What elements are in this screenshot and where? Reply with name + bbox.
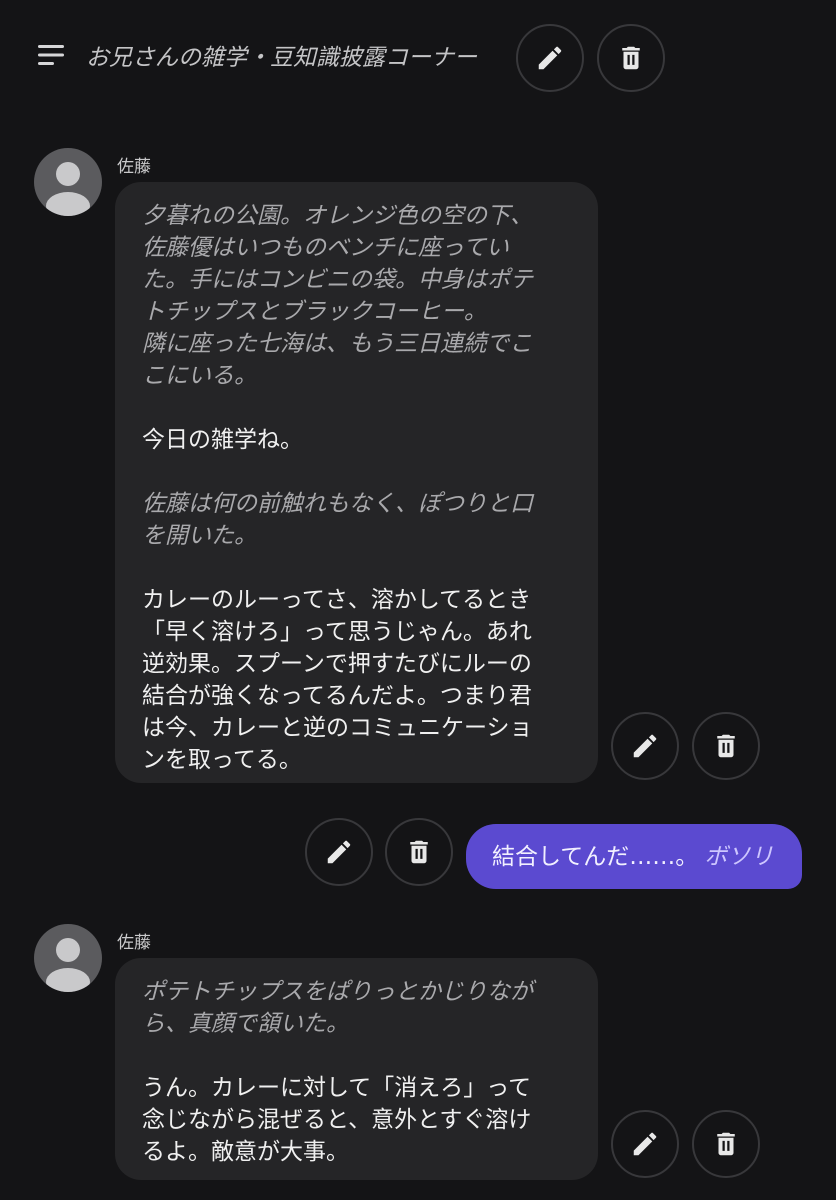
delete-chat-button[interactable]	[597, 24, 665, 92]
message-spacer	[142, 456, 570, 488]
dialogue-line: 今日の雑学ね。	[142, 427, 303, 453]
dialogue-line: カレーのルーってさ、溶かしてるとき	[142, 587, 532, 613]
trash-icon	[410, 840, 428, 864]
narration-line: ら、真顔で頷いた。	[142, 1011, 349, 1037]
dialogue-line: 念じながら混ぜると、意外とすぐ溶け	[142, 1107, 532, 1133]
header: お兄さんの雑学・豆知識披露コーナー	[0, 0, 836, 110]
dialogue-line: うん。カレーに対して「消えろ」って	[142, 1075, 532, 1101]
trash-icon	[717, 1132, 735, 1156]
menu-icon[interactable]	[36, 42, 66, 68]
sender-name: 佐藤	[117, 157, 151, 177]
edit-message-button[interactable]	[611, 712, 679, 780]
narration-line: トチップスとブラックコーヒー。	[142, 299, 487, 325]
dialogue-line: 結合が強くなってるんだよ。つまり君	[142, 683, 532, 709]
user-message-action: ボソリ	[704, 844, 774, 870]
narration-line: こにいる。	[142, 363, 257, 389]
narration-line: た。手にはコンビニの袋。中身はポテ	[142, 267, 533, 293]
dialogue-line: 「早く溶けろ」って思うじゃん。あれ	[142, 619, 532, 645]
dialogue-line: 逆効果。スプーンで押すたびにルーの	[142, 651, 532, 677]
message-bubble: ポテトチップスをぱりっとかじりなが ら、真顔で頷いた。うん。カレーに対して「消えろ…	[115, 958, 598, 1180]
narration-line: 夕暮れの公園。オレンジ色の空の下、	[142, 203, 533, 229]
delete-message-button[interactable]	[385, 818, 453, 886]
pencil-icon	[633, 734, 657, 758]
message-bubble: 夕暮れの公園。オレンジ色の空の下、 佐藤優はいつものベンチに座ってい た。手にはコン…	[115, 182, 598, 783]
chat-app: お兄さんの雑学・豆知識披露コーナー 佐藤 夕暮れの公園。オレンジ色の空の下、 佐藤…	[0, 0, 836, 1200]
dialogue-line: るよ。敵意が大事。	[142, 1139, 349, 1165]
avatar	[34, 148, 102, 216]
pencil-icon	[538, 46, 562, 70]
sender-name: 佐藤	[117, 933, 151, 953]
trash-icon	[717, 734, 735, 758]
message-spacer	[142, 392, 570, 424]
narration-line: 佐藤優はいつものベンチに座ってい	[142, 235, 509, 261]
narration-line: を開いた。	[142, 523, 257, 549]
narration-line: 隣に座った七海は、もう三日連続でこ	[142, 331, 533, 357]
edit-title-button[interactable]	[516, 24, 584, 92]
page-title: お兄さんの雑学・豆知識披露コーナー	[86, 45, 477, 71]
user-message-text: 結合してんだ……。	[492, 844, 699, 870]
edit-message-button[interactable]	[611, 1110, 679, 1178]
narration-line: ポテトチップスをぱりっとかじりなが	[142, 979, 533, 1005]
edit-message-button[interactable]	[305, 818, 373, 886]
user-message-bubble: 結合してんだ……。 ボソリ	[466, 824, 802, 889]
avatar	[34, 924, 102, 992]
message-spacer	[142, 1040, 570, 1072]
dialogue-line: ンを取ってる。	[142, 747, 302, 773]
pencil-icon	[327, 840, 351, 864]
delete-message-button[interactable]	[692, 712, 760, 780]
pencil-icon	[633, 1132, 657, 1156]
delete-message-button[interactable]	[692, 1110, 760, 1178]
trash-icon	[622, 46, 640, 70]
message-spacer	[142, 552, 570, 584]
dialogue-line: は今、カレーと逆のコミュニケーショ	[142, 715, 533, 741]
narration-line: 佐藤は何の前触れもなく、ぽつりと口	[142, 491, 533, 517]
